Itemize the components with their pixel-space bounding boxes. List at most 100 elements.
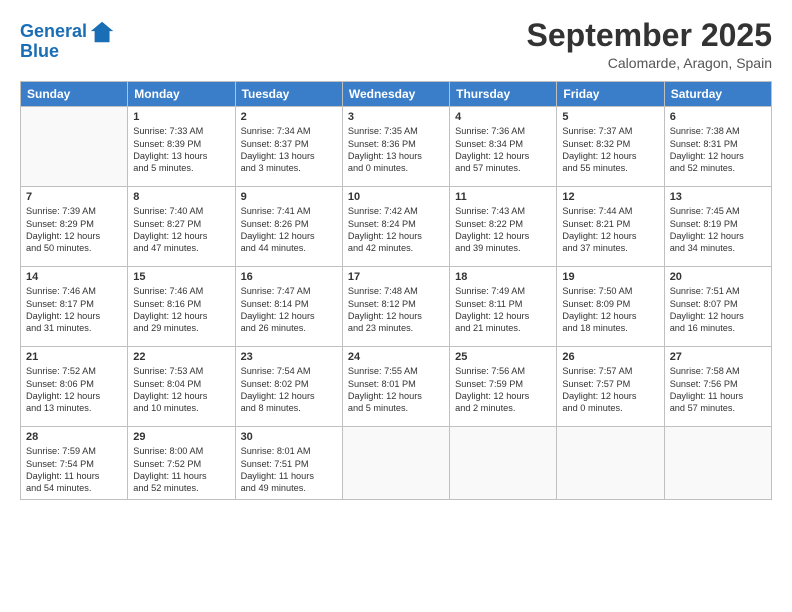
day-info: Sunrise: 8:00 AMSunset: 7:52 PMDaylight:… [133,445,229,495]
day-number: 30 [241,431,337,443]
day-info: Sunrise: 7:45 AMSunset: 8:19 PMDaylight:… [670,205,766,255]
day-number: 11 [455,191,551,203]
calendar-body: 1Sunrise: 7:33 AMSunset: 8:39 PMDaylight… [21,107,772,500]
day-number: 5 [562,111,658,123]
calendar-cell [450,427,557,500]
calendar-cell: 3 Sunrise: 7:35 AMSunset: 8:36 PMDaylight… [342,107,449,187]
calendar-cell: 24 Sunrise: 7:55 AMSunset: 8:01 PMDayligh… [342,347,449,427]
day-number: 26 [562,351,658,363]
day-info: Sunrise: 7:41 AMSunset: 8:26 PMDaylight:… [241,205,337,255]
day-number: 15 [133,271,229,283]
calendar-cell: 15 Sunrise: 7:46 AMSunset: 8:16 PMDayligh… [128,267,235,347]
day-number: 6 [670,111,766,123]
day-info: Sunrise: 7:55 AMSunset: 8:01 PMDaylight:… [348,365,444,415]
day-number: 2 [241,111,337,123]
day-header-saturday: Saturday [664,82,771,107]
day-number: 20 [670,271,766,283]
header: General Blue September 2025 Calomarde, A… [20,18,772,71]
day-info: Sunrise: 7:40 AMSunset: 8:27 PMDaylight:… [133,205,229,255]
day-info: Sunrise: 7:46 AMSunset: 8:16 PMDaylight:… [133,285,229,335]
day-number: 19 [562,271,658,283]
day-number: 23 [241,351,337,363]
month-title: September 2025 [527,18,772,53]
day-number: 24 [348,351,444,363]
calendar-cell: 18 Sunrise: 7:49 AMSunset: 8:11 PMDayligh… [450,267,557,347]
day-info: Sunrise: 7:50 AMSunset: 8:09 PMDaylight:… [562,285,658,335]
calendar-cell: 10 Sunrise: 7:42 AMSunset: 8:24 PMDayligh… [342,187,449,267]
day-info: Sunrise: 7:51 AMSunset: 8:07 PMDaylight:… [670,285,766,335]
day-number: 18 [455,271,551,283]
calendar-cell: 30 Sunrise: 8:01 AMSunset: 7:51 PMDayligh… [235,427,342,500]
day-header-tuesday: Tuesday [235,82,342,107]
day-info: Sunrise: 7:38 AMSunset: 8:31 PMDaylight:… [670,125,766,175]
day-info: Sunrise: 7:37 AMSunset: 8:32 PMDaylight:… [562,125,658,175]
calendar-week-row: 1Sunrise: 7:33 AMSunset: 8:39 PMDaylight… [21,107,772,187]
day-number: 16 [241,271,337,283]
title-block: September 2025 Calomarde, Aragon, Spain [527,18,772,71]
calendar-cell: 28Sunrise: 7:59 AMSunset: 7:54 PMDayligh… [21,427,128,500]
day-number: 8 [133,191,229,203]
day-number: 14 [26,271,122,283]
calendar-cell: 7 Sunrise: 7:39 AMSunset: 8:29 PMDaylight… [21,187,128,267]
calendar-week-row: 21 Sunrise: 7:52 AMSunset: 8:06 PMDayligh… [21,347,772,427]
day-number: 21 [26,351,122,363]
day-number: 12 [562,191,658,203]
calendar-cell: 25 Sunrise: 7:56 AMSunset: 7:59 PMDayligh… [450,347,557,427]
day-number: 29 [133,431,229,443]
day-info: Sunrise: 7:56 AMSunset: 7:59 PMDaylight:… [455,365,551,415]
day-header-friday: Friday [557,82,664,107]
day-number: 4 [455,111,551,123]
calendar-cell: 8 Sunrise: 7:40 AMSunset: 8:27 PMDaylight… [128,187,235,267]
day-info: Sunrise: 7:52 AMSunset: 8:06 PMDaylight:… [26,365,122,415]
day-info: Sunrise: 7:46 AMSunset: 8:17 PMDaylight:… [26,285,122,335]
day-info: Sunrise: 7:42 AMSunset: 8:24 PMDaylight:… [348,205,444,255]
calendar-cell: 26 Sunrise: 7:57 AMSunset: 7:57 PMDayligh… [557,347,664,427]
calendar-cell: 14 Sunrise: 7:46 AMSunset: 8:17 PMDayligh… [21,267,128,347]
day-number: 7 [26,191,122,203]
calendar-header-row: SundayMondayTuesdayWednesdayThursdayFrid… [21,82,772,107]
calendar-cell [21,107,128,187]
calendar-cell: 23Sunrise: 7:54 AMSunset: 8:02 PMDayligh… [235,347,342,427]
day-number: 10 [348,191,444,203]
day-number: 3 [348,111,444,123]
day-number: 9 [241,191,337,203]
day-info: Sunrise: 7:49 AMSunset: 8:11 PMDaylight:… [455,285,551,335]
calendar-cell: 20 Sunrise: 7:51 AMSunset: 8:07 PMDayligh… [664,267,771,347]
calendar-cell: 12Sunrise: 7:44 AMSunset: 8:21 PMDayligh… [557,187,664,267]
calendar-cell: 11 Sunrise: 7:43 AMSunset: 8:22 PMDayligh… [450,187,557,267]
calendar-cell: 22 Sunrise: 7:53 AMSunset: 8:04 PMDayligh… [128,347,235,427]
calendar-cell: 6 Sunrise: 7:38 AMSunset: 8:31 PMDaylight… [664,107,771,187]
day-info: Sunrise: 7:39 AMSunset: 8:29 PMDaylight:… [26,205,122,255]
day-header-sunday: Sunday [21,82,128,107]
logo-icon [89,18,117,46]
calendar-cell: 13 Sunrise: 7:45 AMSunset: 8:19 PMDayligh… [664,187,771,267]
day-info: Sunrise: 7:36 AMSunset: 8:34 PMDaylight:… [455,125,551,175]
calendar-cell: 21 Sunrise: 7:52 AMSunset: 8:06 PMDayligh… [21,347,128,427]
location: Calomarde, Aragon, Spain [527,55,772,71]
day-number: 22 [133,351,229,363]
day-number: 25 [455,351,551,363]
calendar-cell: 5 Sunrise: 7:37 AMSunset: 8:32 PMDaylight… [557,107,664,187]
day-header-monday: Monday [128,82,235,107]
day-info: Sunrise: 7:53 AMSunset: 8:04 PMDaylight:… [133,365,229,415]
day-info: Sunrise: 8:01 AMSunset: 7:51 PMDaylight:… [241,445,337,495]
day-number: 13 [670,191,766,203]
calendar-week-row: 28Sunrise: 7:59 AMSunset: 7:54 PMDayligh… [21,427,772,500]
day-info: Sunrise: 7:33 AMSunset: 8:39 PMDaylight:… [133,125,229,175]
day-number: 27 [670,351,766,363]
day-info: Sunrise: 7:35 AMSunset: 8:36 PMDaylight:… [348,125,444,175]
calendar-cell: 27Sunrise: 7:58 AMSunset: 7:56 PMDayligh… [664,347,771,427]
calendar-week-row: 7 Sunrise: 7:39 AMSunset: 8:29 PMDaylight… [21,187,772,267]
day-header-thursday: Thursday [450,82,557,107]
day-info: Sunrise: 7:48 AMSunset: 8:12 PMDaylight:… [348,285,444,335]
day-header-wednesday: Wednesday [342,82,449,107]
calendar-cell [342,427,449,500]
day-info: Sunrise: 7:34 AMSunset: 8:37 PMDaylight:… [241,125,337,175]
day-info: Sunrise: 7:43 AMSunset: 8:22 PMDaylight:… [455,205,551,255]
logo: General Blue [20,18,117,62]
calendar-cell [557,427,664,500]
calendar-cell: 2 Sunrise: 7:34 AMSunset: 8:37 PMDaylight… [235,107,342,187]
day-info: Sunrise: 7:57 AMSunset: 7:57 PMDaylight:… [562,365,658,415]
day-number: 17 [348,271,444,283]
calendar-cell: 19 Sunrise: 7:50 AMSunset: 8:09 PMDayligh… [557,267,664,347]
